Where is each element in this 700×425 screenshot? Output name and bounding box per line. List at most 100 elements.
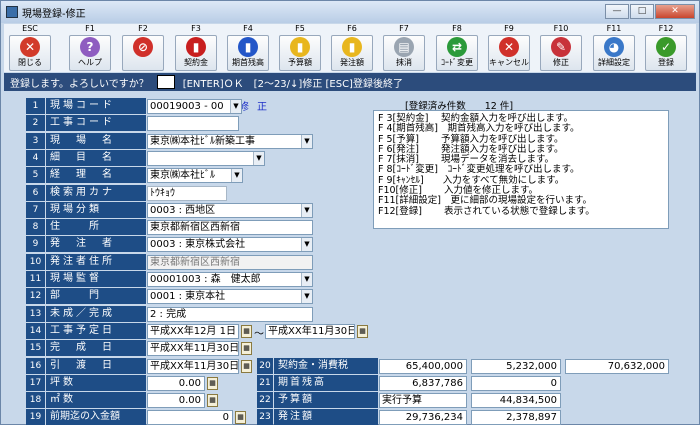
toolbar-button-face[interactable]: ▮ 予算額 xyxy=(279,35,321,71)
field-label: 経 理 名 xyxy=(46,167,146,183)
toolbar-button-label: 期首残高 xyxy=(232,58,264,67)
dropdown-arrow-icon[interactable]: ▼ xyxy=(301,238,312,251)
field-18-input[interactable]: 0.00 xyxy=(147,393,205,408)
field-2-input[interactable] xyxy=(147,116,239,131)
field-4-input[interactable]: ▼ xyxy=(147,151,265,166)
summary-20-value-3[interactable]: 70,632,000 xyxy=(565,359,669,374)
yellow-folder-icon: ▮ xyxy=(342,37,362,57)
toolbar-f2-button[interactable]: F2 ⊘ xyxy=(119,24,167,72)
toolbar-button-face[interactable]: ▤ 抹消 xyxy=(383,35,425,71)
maximize-button[interactable]: □ xyxy=(630,4,654,19)
toolbar-f5-button[interactable]: F5 ▮ 予算額 xyxy=(276,24,324,72)
field-label: 引 渡 日 xyxy=(46,358,146,374)
toolbar-esc-button[interactable]: ESC ✕ 閉じる xyxy=(6,24,54,72)
function-key-toolbar: ESC ✕ 閉じる F1? ヘルプ F2 ⊘ F3 ▮ 契約金 F4 ▮ 期首残高 F5 ▮ 予算額 F6 ▮ 発注… xyxy=(4,24,696,72)
field-6-input[interactable]: ﾄｳｷｮｳ xyxy=(147,186,227,201)
toolbar-f10-button[interactable]: F10 ✎ 修正 xyxy=(537,24,585,72)
field-label: 現場分類 xyxy=(46,202,146,218)
field-number: 3 xyxy=(26,133,46,149)
calendar-icon[interactable]: ▦ xyxy=(357,325,368,338)
toolbar-f4-button[interactable]: F4 ▮ 期首残高 xyxy=(224,24,272,72)
fkey-label: F6 xyxy=(347,24,357,33)
help-line: F12[登録] 表示されている状態で登録します。 xyxy=(378,205,595,217)
toolbar-button-face[interactable]: ⇄ ｺｰﾄﾞ変更 xyxy=(436,35,478,71)
calendar-icon[interactable]: ▦ xyxy=(241,342,252,355)
summary-21-value-1[interactable]: 6,837,786 xyxy=(379,376,467,391)
toolbar-button-face[interactable]: ◕ 詳細設定 xyxy=(593,35,635,71)
dropdown-arrow-icon[interactable]: ▼ xyxy=(301,135,312,148)
field-3-input[interactable]: 東京㈱本社ﾋﾞﾙ新築工事 ▼ xyxy=(147,134,313,149)
field-14-input[interactable]: 平成XX年12月 1日 xyxy=(147,324,239,339)
summary-22-value-2[interactable]: 44,834,500 xyxy=(471,393,561,408)
field-value: 0003 : 西地区 xyxy=(150,205,216,216)
field-8-input[interactable]: 東京都新宿区西新宿 xyxy=(147,220,313,235)
toolbar-f3-button[interactable]: F3 ▮ 契約金 xyxy=(172,24,220,72)
calendar-icon[interactable]: ▦ xyxy=(235,411,246,424)
toolbar-f1-button[interactable]: F1? ヘルプ xyxy=(66,24,114,72)
field-15-input[interactable]: 平成XX年11月30日 xyxy=(147,341,239,356)
toolbar-button-face[interactable]: ▮ 発注額 xyxy=(331,35,373,71)
toolbar-button-face[interactable]: ✕ 閉じる xyxy=(9,35,51,71)
summary-20-value-2[interactable]: 5,232,000 xyxy=(471,359,561,374)
toolbar-button-face[interactable]: ✎ 修正 xyxy=(540,35,582,71)
calendar-icon[interactable]: ▦ xyxy=(207,394,218,407)
field-label: 未成／完成 xyxy=(46,306,146,322)
summary-20-value-1[interactable]: 65,400,000 xyxy=(379,359,467,374)
toolbar-button-face[interactable]: ? ヘルプ xyxy=(69,35,111,71)
summary-23-value-2[interactable]: 2,378,897 xyxy=(471,410,561,425)
close-button[interactable]: ✕ xyxy=(655,4,695,19)
field-label: ㎡数 xyxy=(46,392,146,408)
field-1-input[interactable]: 00019003 - 00 ▼ xyxy=(147,99,242,114)
toolbar-f9-button[interactable]: F9 ✕ キャンセル xyxy=(485,24,533,72)
field-12-input[interactable]: 0001 : 東京本社 ▼ xyxy=(147,289,313,304)
field-value: 0001 : 東京本社 xyxy=(150,291,226,302)
toolbar-f8-button[interactable]: F8 ⇄ ｺｰﾄﾞ変更 xyxy=(433,24,481,72)
toolbar-button-face[interactable]: ✓ 登録 xyxy=(645,35,687,71)
minimize-button[interactable]: — xyxy=(605,4,629,19)
toolbar-f12-button[interactable]: F12 ✓ 登録 xyxy=(642,24,690,72)
field-14-end-input[interactable]: 平成XX年11月30日 xyxy=(265,324,355,339)
field-19-input[interactable]: 0 xyxy=(147,410,233,425)
field-10-input[interactable]: 東京都新宿区西新宿 xyxy=(147,255,313,270)
toolbar-button-label: ヘルプ xyxy=(78,58,102,67)
field-16-input[interactable]: 平成XX年11月30日 xyxy=(147,359,239,374)
field-17-input[interactable]: 0.00 xyxy=(147,376,205,391)
calendar-icon[interactable]: ▦ xyxy=(241,325,252,338)
toolbar-button-label: 修正 xyxy=(553,58,569,67)
confirm-prompt: 登録します。よろしいですか？ xyxy=(10,78,149,90)
summary-23-value-1[interactable]: 29,736,234 xyxy=(379,410,467,425)
field-7-input[interactable]: 0003 : 西地区 ▼ xyxy=(147,203,313,218)
close-window-icon: ✕ xyxy=(20,37,40,57)
dropdown-arrow-icon[interactable]: ▼ xyxy=(301,204,312,217)
field-number: 9 xyxy=(26,236,46,252)
field-number: 11 xyxy=(26,271,46,287)
toolbar-button-face[interactable]: ▮ 期首残高 xyxy=(227,35,269,71)
summary-22-value-1[interactable]: 実行予算 xyxy=(379,393,467,408)
field-13-input[interactable]: 2 : 完成 xyxy=(147,307,313,322)
field-value: 0 xyxy=(222,412,229,423)
field-11-input[interactable]: 00001003 : 森 健太郎 ▼ xyxy=(147,272,313,287)
toolbar-f11-button[interactable]: F11 ◕ 詳細設定 xyxy=(590,24,638,72)
field-value: 東京㈱本社ﾋﾞﾙ新築工事 xyxy=(150,136,255,147)
dropdown-arrow-icon[interactable]: ▼ xyxy=(253,152,264,165)
dropdown-arrow-icon[interactable]: ▼ xyxy=(301,273,312,286)
calendar-icon[interactable]: ▦ xyxy=(207,377,218,390)
mode-label: 修正 xyxy=(239,102,275,113)
toolbar-button-face[interactable]: ✕ キャンセル xyxy=(488,35,530,71)
toolbar-f6-button[interactable]: F6 ▮ 発注額 xyxy=(328,24,376,72)
calendar-icon[interactable]: ▦ xyxy=(241,360,252,373)
dropdown-arrow-icon[interactable]: ▼ xyxy=(230,100,241,113)
confirm-input[interactable] xyxy=(156,75,175,89)
dropdown-arrow-icon[interactable]: ▼ xyxy=(231,169,242,182)
field-9-input[interactable]: 0003 : 東京株式会社 ▼ xyxy=(147,237,313,252)
toolbar-button-face[interactable]: ▮ 契約金 xyxy=(175,35,217,71)
function-help-panel: F 3[契約金] 契約金額入力を呼び出します。 F 4[期首残高] 期首残高入力を… xyxy=(373,110,669,229)
toolbar-f7-button[interactable]: F7 ▤ 抹消 xyxy=(380,24,428,72)
summary-21-value-2[interactable]: 0 xyxy=(471,376,561,391)
field-number: 10 xyxy=(26,254,46,270)
dropdown-arrow-icon[interactable]: ▼ xyxy=(301,290,312,303)
field-label: 部 門 xyxy=(46,288,146,304)
toolbar-button-face[interactable]: ⊘ xyxy=(122,35,164,71)
field-5-input[interactable]: 東京㈱本社ﾋﾞﾙ ▼ xyxy=(147,168,243,183)
field-label: 発注者住所 xyxy=(46,254,146,270)
